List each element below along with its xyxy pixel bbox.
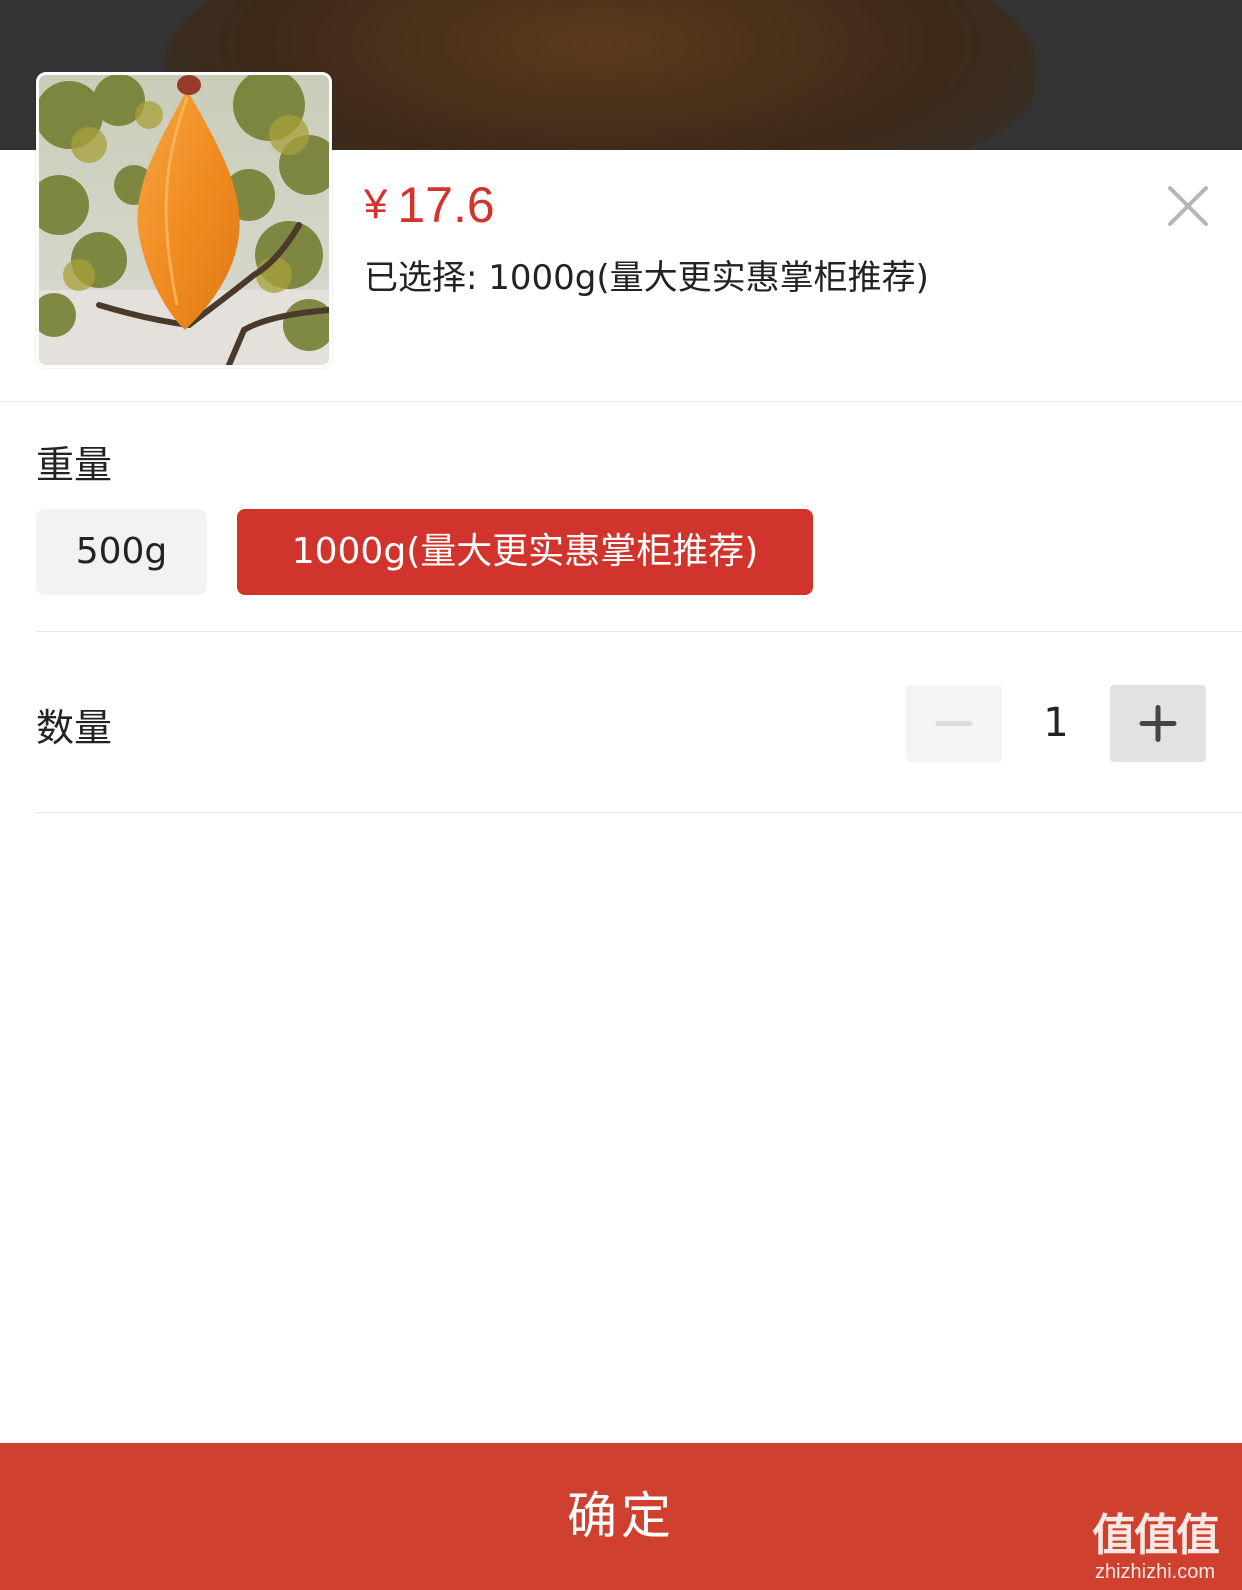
- confirm-button[interactable]: 确定: [0, 1443, 1242, 1590]
- quantity-label: 数量: [36, 706, 113, 750]
- weight-label: 重量: [36, 443, 113, 487]
- currency-symbol: ¥: [364, 180, 388, 227]
- quantity-value[interactable]: 1: [1002, 685, 1110, 762]
- quantity-decrease-button[interactable]: [906, 685, 1002, 762]
- price-amount: 17.6: [397, 177, 495, 233]
- weight-option-1000g[interactable]: 1000g(量大更实惠掌柜推荐): [237, 509, 813, 595]
- watermark-url: zhizhizhi.com: [1094, 1561, 1216, 1583]
- header-divider: [0, 401, 1242, 402]
- watermark-title: 值值值: [1092, 1511, 1220, 1560]
- watermark-logo: 值值值 zhizhizhi.com: [1080, 1511, 1230, 1583]
- quantity-divider: [36, 812, 1242, 813]
- product-price: ¥17.6: [364, 176, 495, 234]
- close-icon: [1168, 186, 1208, 226]
- sku-selector-page: ¥17.6 已选择: 1000g(量大更实惠掌柜推荐) 重量 500g 1000…: [0, 0, 1242, 1590]
- quantity-increase-button[interactable]: [1110, 685, 1206, 762]
- weight-option-500g[interactable]: 500g: [36, 509, 207, 595]
- minus-icon: [935, 721, 973, 726]
- weight-divider: [36, 631, 1242, 632]
- close-button[interactable]: [1162, 180, 1214, 232]
- dried-sweet-potato-photo: [39, 75, 329, 365]
- plus-icon: [1139, 705, 1177, 742]
- selected-spec-text: 已选择: 1000g(量大更实惠掌柜推荐): [364, 258, 929, 298]
- product-thumbnail: [36, 72, 332, 368]
